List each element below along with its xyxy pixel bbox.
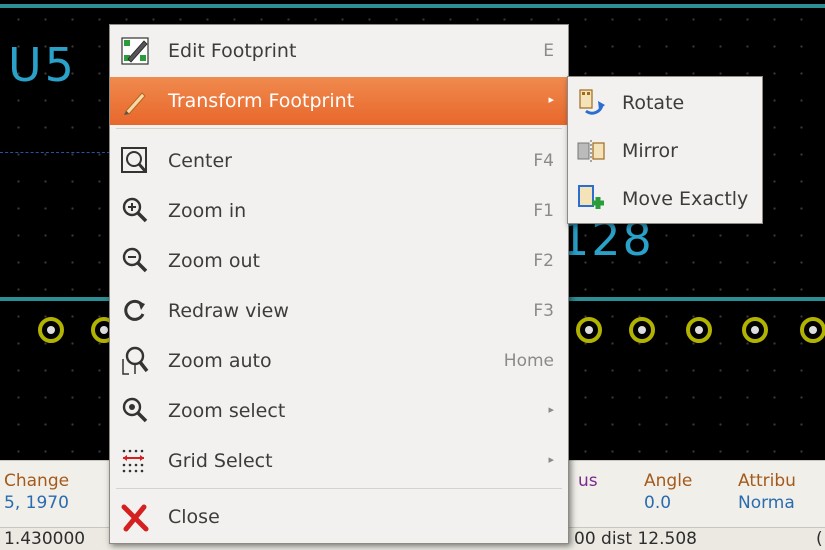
coordinate-trailing: ( <box>816 529 823 549</box>
shortcut-label: E <box>543 41 554 61</box>
shortcut-label: F2 <box>533 251 554 271</box>
menu-item-close[interactable]: Close <box>110 493 568 541</box>
shortcut-label: F1 <box>533 201 554 221</box>
submenu-item-move-exactly[interactable]: Move Exactly <box>568 175 762 223</box>
pad[interactable] <box>38 317 64 343</box>
distance-readout: 00 dist 12.508 <box>574 529 697 549</box>
top-board-edge <box>0 4 825 8</box>
pad[interactable] <box>576 317 602 343</box>
zoom-auto-icon <box>120 345 150 377</box>
menu-item-zoom-in[interactable]: Zoom in F1 <box>110 187 568 235</box>
menu-separator <box>116 128 562 129</box>
menu-item-label: Center <box>168 150 232 172</box>
menu-item-label: Redraw view <box>168 300 289 322</box>
close-icon <box>120 501 150 533</box>
menu-item-edit-footprint[interactable]: Edit Footprint E <box>110 27 568 75</box>
menu-item-zoom-out[interactable]: Zoom out F2 <box>110 237 568 285</box>
shortcut-label: F3 <box>533 301 554 321</box>
mirror-icon <box>576 135 606 167</box>
grid-select-icon <box>120 445 150 477</box>
angle-value: 0.0 <box>644 493 672 513</box>
transform-submenu: Rotate Mirror Move Exactly <box>567 76 763 224</box>
menu-item-redraw-view[interactable]: Redraw view F3 <box>110 287 568 335</box>
attributes-label: Attribu <box>738 471 796 491</box>
redraw-icon <box>120 295 150 327</box>
menu-item-label: Transform Footprint <box>168 90 355 112</box>
submenu-arrow-icon: ▸ <box>548 453 554 466</box>
edit-footprint-icon <box>120 35 150 67</box>
menu-item-grid-select[interactable]: Grid Select ▸ <box>110 437 568 485</box>
pencil-icon <box>120 85 150 117</box>
angle-label: Angle <box>644 471 693 491</box>
submenu-item-label: Rotate <box>622 92 685 114</box>
attributes-value: Norma <box>738 493 795 513</box>
menu-item-label: Zoom select <box>168 400 286 422</box>
menu-item-label: Zoom auto <box>168 350 272 372</box>
menu-item-label: Close <box>168 506 220 528</box>
submenu-item-label: Mirror <box>622 140 678 162</box>
submenu-arrow-icon: ▸ <box>548 93 554 106</box>
shortcut-label: Home <box>503 351 554 371</box>
submenu-item-mirror[interactable]: Mirror <box>568 127 762 175</box>
center-icon <box>120 145 150 177</box>
menu-item-center[interactable]: Center F4 <box>110 137 568 185</box>
pad[interactable] <box>742 317 768 343</box>
rotate-icon <box>576 87 606 119</box>
submenu-item-rotate[interactable]: Rotate <box>568 79 762 127</box>
menu-item-zoom-select[interactable]: Zoom select ▸ <box>110 387 568 435</box>
menu-item-label: Edit Footprint <box>168 40 297 62</box>
pad[interactable] <box>686 317 712 343</box>
move-exactly-icon <box>576 183 606 215</box>
pad[interactable] <box>629 317 655 343</box>
menu-item-transform-footprint[interactable]: Transform Footprint ▸ <box>110 77 568 125</box>
status-change-value: 5, 1970 <box>4 493 69 513</box>
menu-item-label: Zoom in <box>168 200 247 222</box>
pad[interactable] <box>800 317 825 343</box>
cursor-coordinate: 1.430000 <box>4 529 86 549</box>
menu-separator <box>116 488 562 489</box>
status-change-label: Change <box>4 471 70 491</box>
context-menu: Edit Footprint E Transform Footprint ▸ C… <box>109 24 569 544</box>
submenu-item-label: Move Exactly <box>622 188 749 210</box>
menu-item-label: Grid Select <box>168 450 273 472</box>
shortcut-label: F4 <box>533 151 554 171</box>
submenu-arrow-icon: ▸ <box>548 403 554 416</box>
menu-item-label: Zoom out <box>168 250 260 272</box>
reference-designator: U5 <box>8 38 77 92</box>
zoom-in-icon <box>120 195 150 227</box>
status-field-label: us <box>578 471 598 491</box>
zoom-select-icon <box>120 395 150 427</box>
zoom-out-icon <box>120 245 150 277</box>
menu-item-zoom-auto[interactable]: Zoom auto Home <box>110 337 568 385</box>
ratsnest-line <box>0 152 110 153</box>
